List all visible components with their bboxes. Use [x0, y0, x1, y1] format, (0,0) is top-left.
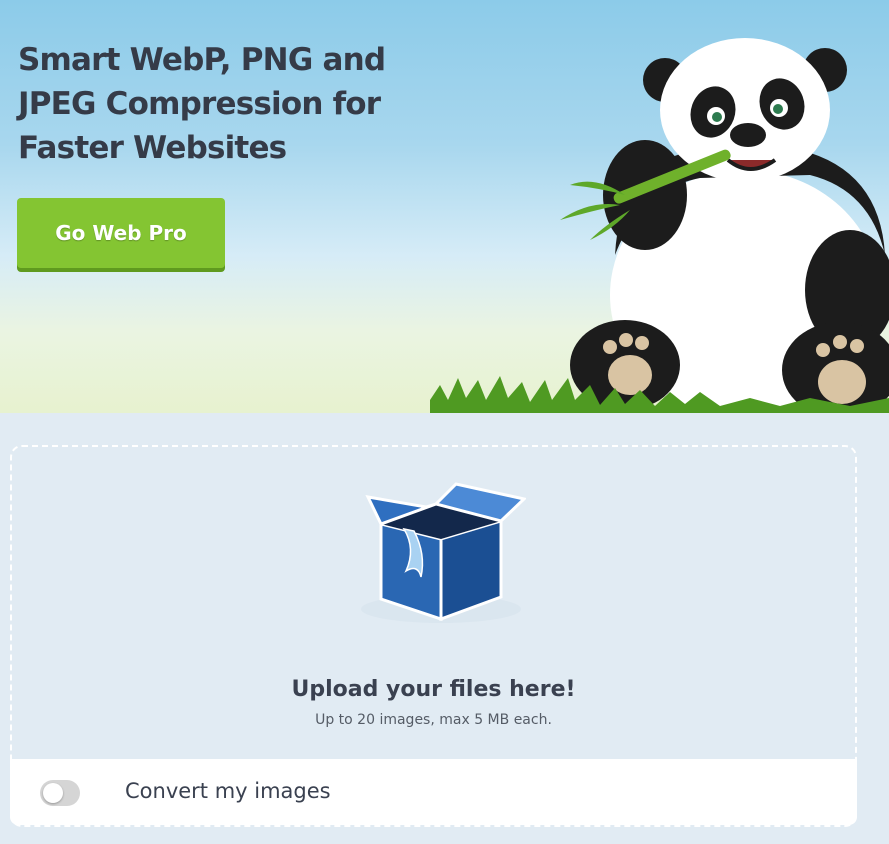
open-box-icon — [361, 482, 526, 623]
upload-title: Upload your files here! — [291, 677, 576, 702]
go-web-pro-button[interactable]: Go Web Pro — [17, 198, 225, 268]
toggle-knob — [43, 783, 63, 803]
convert-toggle[interactable] — [40, 780, 80, 806]
upload-limits-text: Up to 20 images, max 5 MB each. — [315, 712, 552, 728]
hero-title: Smart WebP, PNG and JPEG Compression for… — [18, 42, 386, 166]
hero-banner: Smart WebP, PNG and JPEG Compression for… — [0, 0, 889, 413]
convert-options-bar: Convert my images — [10, 759, 857, 825]
convert-label: Convert my images — [125, 779, 331, 803]
panda-mascot-icon — [430, 38, 889, 413]
